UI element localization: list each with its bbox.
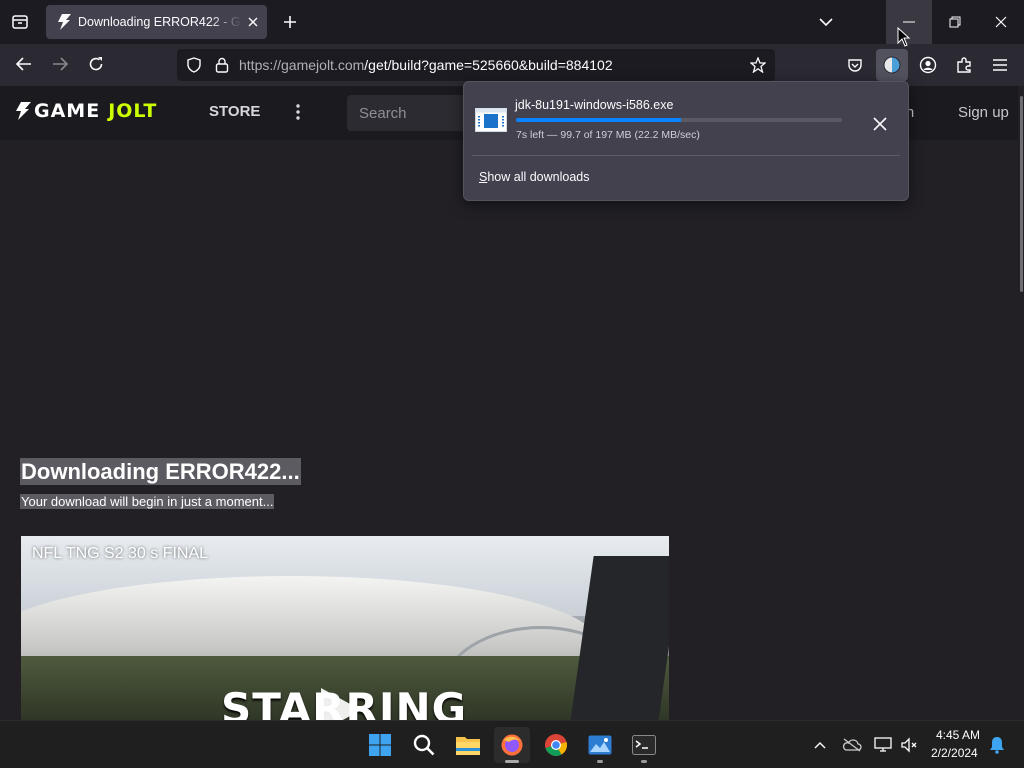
running-indicator [505,760,519,763]
video-player[interactable]: NFL TNG S2 30 s FINAL STARRING [21,536,669,720]
cancel-download-icon[interactable] [868,112,892,136]
bookmark-star-icon[interactable] [749,56,767,74]
taskbar-clock-time[interactable]: 4:45 AM [936,728,980,742]
download-filename[interactable]: jdk-8u191-windows-i586.exe [515,98,673,112]
display-network-icon[interactable] [873,735,893,755]
download-status: 7s left — 99.7 of 197 MB (22.2 MB/sec) [516,129,700,141]
onedrive-offline-icon[interactable] [842,735,862,755]
dark-reader-extension-icon[interactable] [876,49,908,81]
windows-taskbar [0,720,1024,768]
video-title: NFL TNG S2 30 s FINAL [32,545,209,562]
notification-bell-icon[interactable] [987,735,1007,755]
show-all-downloads-button[interactable]: Show all downloads [479,170,590,184]
hamburger-menu-icon[interactable] [987,52,1013,78]
terminal-icon[interactable] [626,727,662,763]
running-indicator [597,760,603,763]
window-restore-button[interactable] [932,0,978,44]
download-progress-fill [516,118,681,122]
gamejolt-favicon-icon [56,14,72,30]
photos-app-icon[interactable] [582,727,618,763]
store-link[interactable]: STORE [209,103,260,120]
downloads-panel: jdk-8u191-windows-i586.exe 7s left — 99.… [463,81,909,201]
search-icon[interactable] [406,727,442,763]
tab-title: Downloading ERROR422 - Game Jolt [78,15,242,29]
exe-file-icon [475,108,507,132]
show-hidden-icons-chevron-icon[interactable] [810,735,830,755]
pocket-icon[interactable] [842,52,868,78]
start-windows-icon[interactable] [362,727,398,763]
browser-tab-strip: Downloading ERROR422 - Game Jolt [0,0,1024,44]
forward-arrow-icon[interactable] [46,50,74,78]
show-all-downloads-label: how all downloads [487,170,590,184]
gamejolt-logo[interactable]: GAME JOLT [15,100,157,122]
chrome-icon[interactable] [538,727,574,763]
tab-close-icon[interactable] [245,14,261,30]
taskbar-clock-date[interactable]: 2/2/2024 [931,746,978,760]
reload-icon[interactable] [82,50,110,78]
firefox-view-icon[interactable] [6,8,34,36]
download-progress-bar [516,118,842,122]
mouse-cursor-icon [897,27,911,47]
extensions-puzzle-icon[interactable] [951,52,977,78]
back-arrow-icon[interactable] [10,50,38,78]
file-explorer-icon[interactable] [450,727,486,763]
volume-muted-icon[interactable] [899,735,919,755]
scrollbar-thumb[interactable] [1020,96,1023,292]
running-indicator [641,760,647,763]
address-bar[interactable]: https://gamejolt.com/get/build?game=5256… [177,49,775,81]
browser-toolbar: https://gamejolt.com/get/build?game=5256… [0,44,1024,86]
account-icon[interactable] [915,52,941,78]
page-subtitle: Your download will begin in just a momen… [20,494,275,509]
play-icon[interactable] [321,688,361,720]
divider [472,155,900,156]
lightning-bolt-icon [16,102,31,120]
url-text[interactable]: https://gamejolt.com/get/build?game=5256… [239,57,613,73]
list-all-tabs-chevron-icon[interactable] [812,8,840,36]
new-tab-icon[interactable] [276,8,304,36]
signup-link[interactable]: Sign up [958,104,1009,121]
page-scrollbar[interactable] [1018,86,1024,720]
tab-active[interactable]: Downloading ERROR422 - Game Jolt [46,5,267,39]
page-title: Downloading ERROR422... [20,458,301,485]
url-host: https://gamejolt.com [239,57,365,73]
window-close-button[interactable] [978,0,1024,44]
tracking-protection-shield-icon[interactable] [185,56,203,74]
lock-icon[interactable] [213,56,231,74]
logo-word-jolt: JOLT [108,100,158,122]
logo-word-game: GAME [34,100,101,122]
more-options-icon[interactable] [290,100,306,124]
search-placeholder: Search [359,104,407,122]
firefox-icon[interactable] [494,727,530,763]
url-path: /get/build?game=525660&build=884102 [364,57,613,73]
